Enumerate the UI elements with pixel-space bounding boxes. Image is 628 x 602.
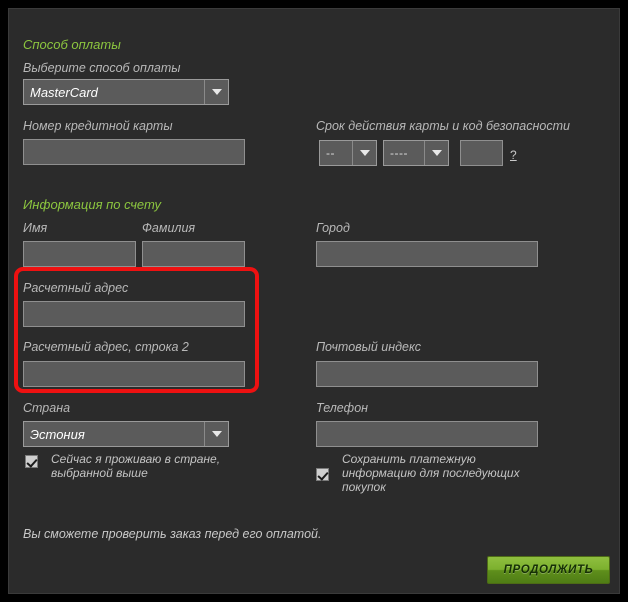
save-payment-info-label: Сохранить платежную информацию для после… [342, 452, 552, 494]
expiry-year-select[interactable]: ---- [383, 140, 449, 166]
phone-input[interactable] [316, 421, 538, 447]
expiry-year-value: ---- [390, 146, 408, 160]
payment-method-label: Выберите способ оплаты [23, 61, 181, 75]
cvv-input[interactable] [460, 140, 503, 166]
expiry-security-label: Срок действия карты и код безопасности [316, 119, 570, 133]
address-line1-label: Расчетный адрес [23, 281, 129, 295]
expiry-month-select[interactable]: -- [319, 140, 377, 166]
city-input[interactable] [316, 241, 538, 267]
account-info-section-title: Информация по счету [23, 197, 162, 212]
checkout-panel: Способ оплаты Выберите способ оплаты Mas… [8, 8, 620, 594]
continue-button-label: ПРОДОЛЖИТЬ [503, 564, 594, 576]
save-label-line-2: информацию для последующих [342, 466, 520, 480]
country-selected-value: Эстония [30, 426, 85, 442]
city-label: Город [316, 221, 350, 235]
address-line2-label: Расчетный адрес, строка 2 [23, 340, 189, 354]
country-select[interactable]: Эстония [23, 421, 229, 447]
payment-method-selected-value: MasterCard [30, 84, 98, 100]
postal-code-label: Почтовый индекс [316, 340, 421, 354]
continue-button[interactable]: ПРОДОЛЖИТЬ [487, 556, 610, 584]
country-label: Страна [23, 401, 71, 415]
last-name-input[interactable] [142, 241, 245, 267]
postal-code-input[interactable] [316, 361, 538, 387]
reside-label-line-1: Сейчас я проживаю в стране, [51, 452, 221, 466]
expiry-month-value: -- [326, 146, 335, 160]
save-payment-info-checkbox[interactable] [316, 468, 329, 481]
phone-label: Телефон [316, 401, 369, 415]
last-name-label: Фамилия [142, 221, 196, 235]
reside-in-country-label: Сейчас я проживаю в стране, выбранной вы… [51, 452, 241, 480]
chevron-down-icon [204, 422, 228, 446]
cvv-help-link[interactable]: ? [510, 148, 517, 162]
first-name-input[interactable] [23, 241, 136, 267]
save-label-line-3: покупок [342, 480, 386, 494]
card-number-label: Номер кредитной карты [23, 119, 173, 133]
reside-label-line-2: выбранной выше [51, 466, 148, 480]
order-review-note: Вы сможете проверить заказ перед его опл… [23, 527, 322, 541]
first-name-label: Имя [23, 221, 48, 235]
chevron-down-icon [204, 80, 228, 104]
address-line2-input[interactable] [23, 361, 245, 387]
payment-method-select[interactable]: MasterCard [23, 79, 229, 105]
card-number-input[interactable] [23, 139, 245, 165]
chevron-down-icon [352, 141, 376, 165]
payment-method-section-title: Способ оплаты [23, 37, 121, 52]
address-line1-input[interactable] [23, 301, 245, 327]
payment-form: Способ оплаты Выберите способ оплаты Mas… [9, 9, 621, 595]
save-label-line-1: Сохранить платежную [342, 452, 476, 466]
screenshot-root: Способ оплаты Выберите способ оплаты Mas… [0, 0, 628, 602]
reside-in-country-checkbox[interactable] [25, 455, 38, 468]
chevron-down-icon [424, 141, 448, 165]
